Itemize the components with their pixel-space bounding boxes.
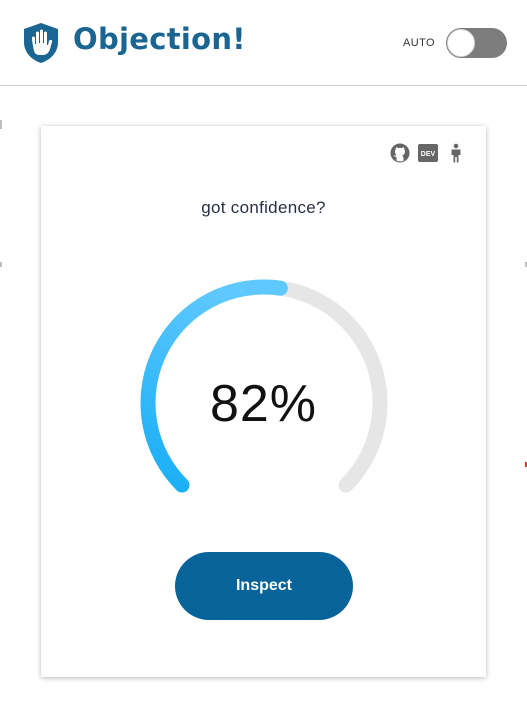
confidence-card: DEV got confidence? 82% Inspect	[41, 126, 486, 677]
dev-icon[interactable]: DEV	[418, 143, 438, 163]
accessibility-icon[interactable]	[446, 143, 466, 163]
card-toolbar: DEV	[390, 143, 466, 163]
dev-badge-label: DEV	[421, 151, 436, 158]
background-page-edge	[0, 120, 2, 129]
hand-shield-icon	[24, 23, 58, 63]
auto-toggle[interactable]	[446, 28, 507, 58]
toggle-knob[interactable]	[447, 29, 475, 57]
github-icon[interactable]	[390, 143, 410, 163]
app-title: Objection!	[73, 22, 246, 56]
auto-label: AUTO	[403, 37, 435, 49]
inspect-button[interactable]: Inspect	[175, 552, 353, 620]
confidence-percent: 82%	[209, 375, 318, 433]
header: Objection! AUTO	[0, 0, 527, 86]
confidence-question: got confidence?	[201, 198, 326, 217]
background-page-edge	[0, 262, 2, 267]
